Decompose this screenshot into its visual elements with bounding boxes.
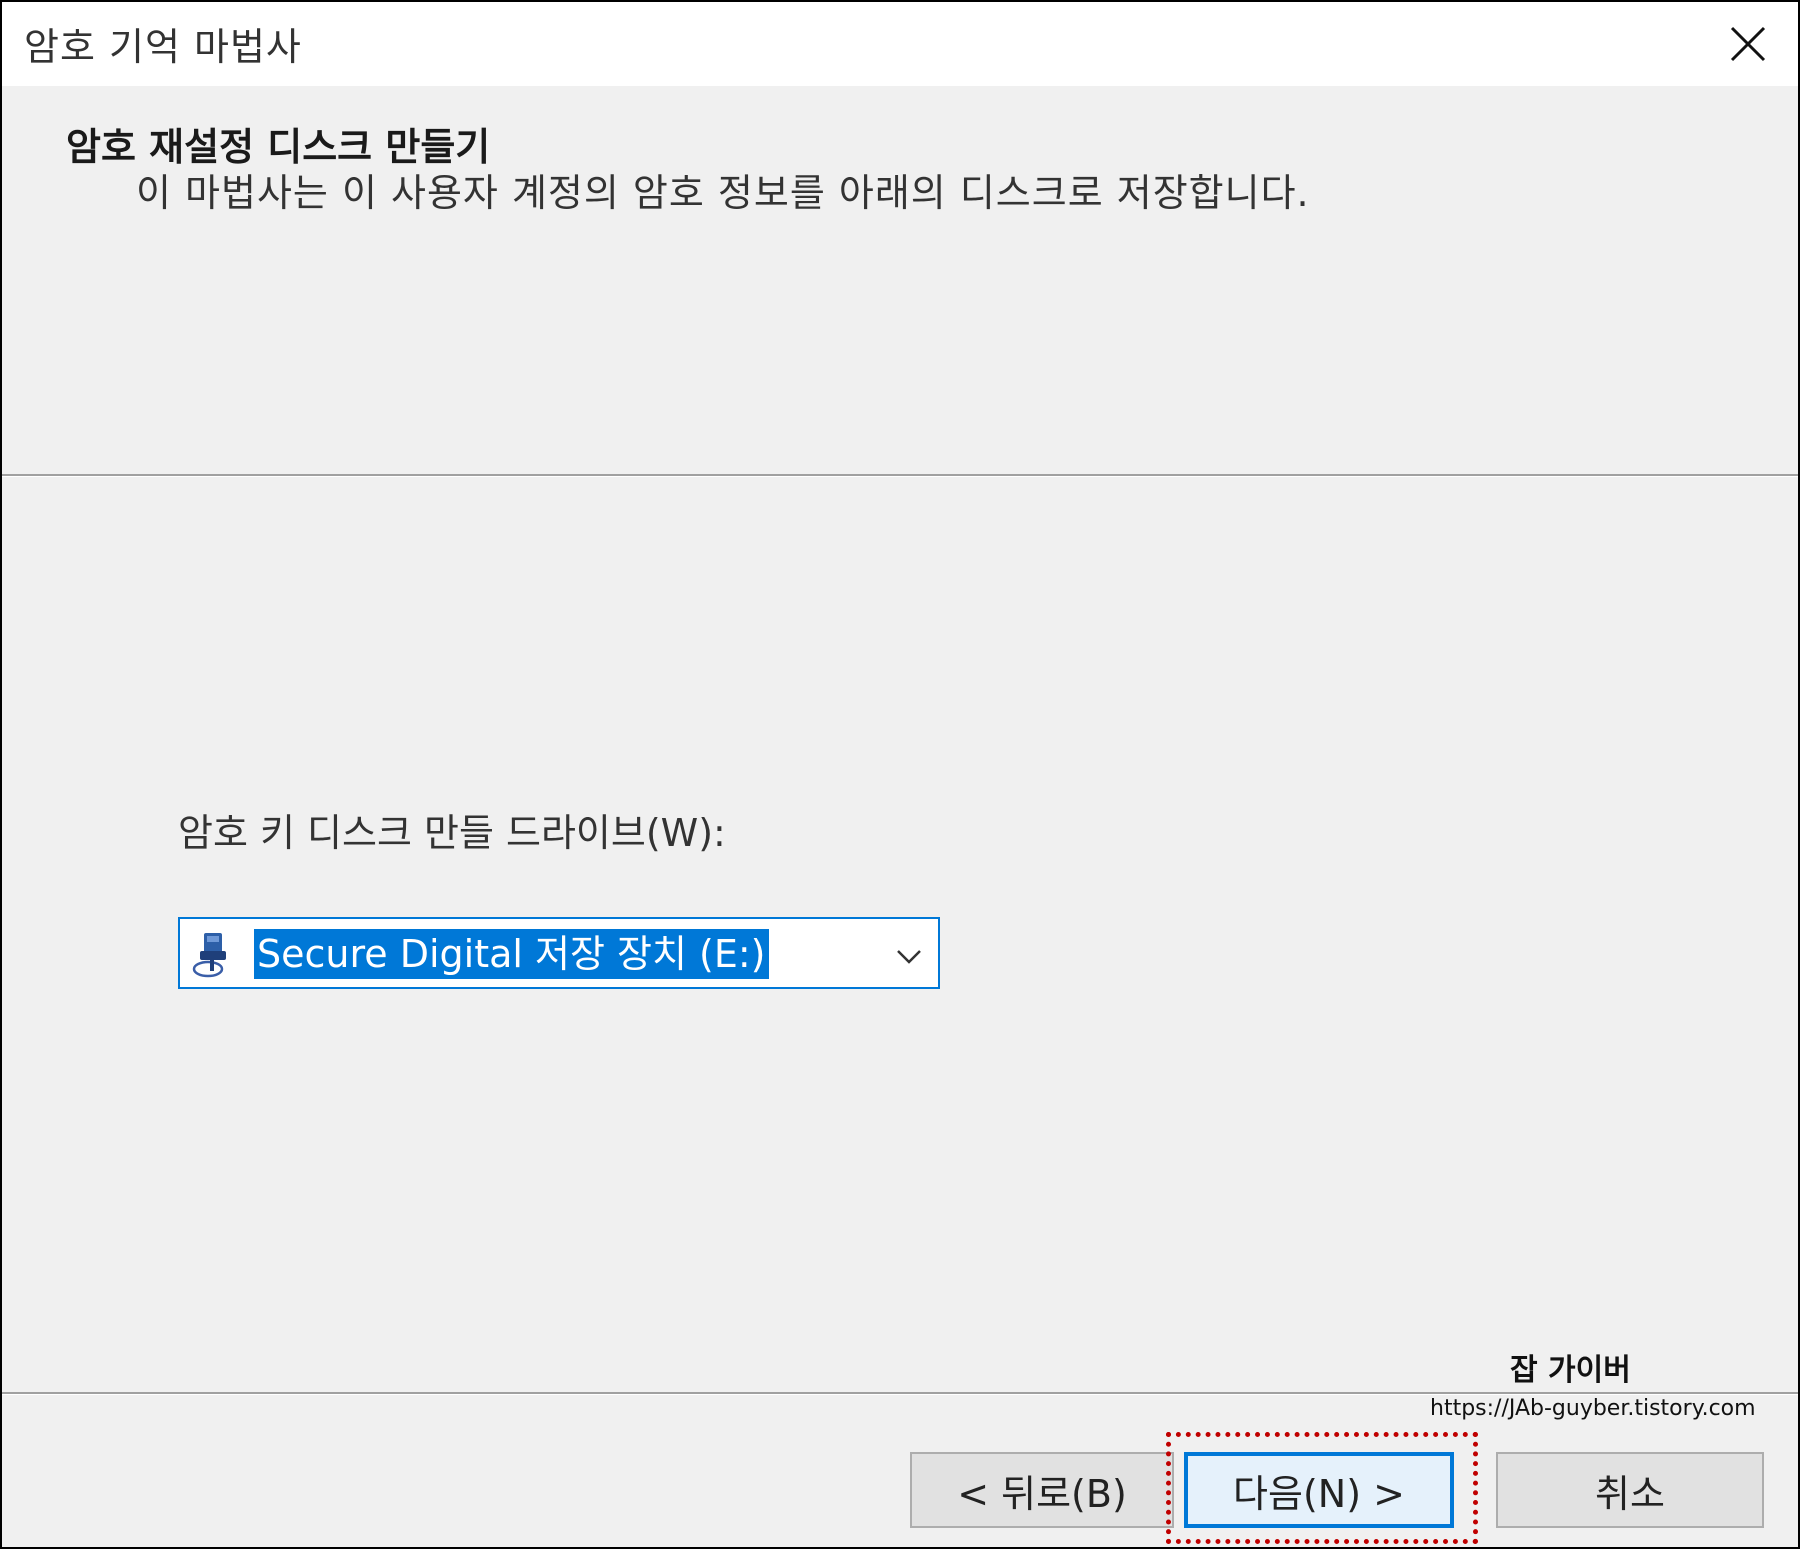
wizard-window: 암호 기억 마법사 암호 재설정 디스크 만들기 이 마법사는 이 사용자 계정… — [0, 0, 1800, 1549]
header-divider — [2, 474, 1798, 477]
footer-divider — [2, 1392, 1798, 1395]
title-bar: 암호 기억 마법사 — [2, 2, 1798, 86]
drive-select[interactable]: Secure Digital 저장 장치 (E:) — [178, 917, 940, 989]
removable-drive-icon — [192, 933, 226, 978]
close-button[interactable] — [1716, 12, 1780, 76]
window-title: 암호 기억 마법사 — [24, 25, 302, 69]
drive-label: 암호 키 디스크 만들 드라이브(W): — [178, 811, 726, 855]
drive-select-value: Secure Digital 저장 장치 (E:) — [254, 929, 769, 979]
close-icon — [1730, 26, 1766, 62]
next-button[interactable]: 다음(N) > — [1184, 1452, 1454, 1528]
watermark-name: 잡 가이버 — [1510, 1353, 1631, 1388]
page-description: 이 마법사는 이 사용자 계정의 암호 정보를 아래의 디스크로 저장합니다. — [136, 171, 1310, 215]
cancel-button[interactable]: 취소 — [1496, 1452, 1764, 1528]
back-button[interactable]: < 뒤로(B) — [910, 1452, 1174, 1528]
watermark-url: https://JAb-guyber.tistory.com — [1430, 1396, 1756, 1421]
chevron-down-icon — [897, 950, 921, 964]
wizard-header: 암호 재설정 디스크 만들기 이 마법사는 이 사용자 계정의 암호 정보를 아… — [2, 86, 1798, 474]
